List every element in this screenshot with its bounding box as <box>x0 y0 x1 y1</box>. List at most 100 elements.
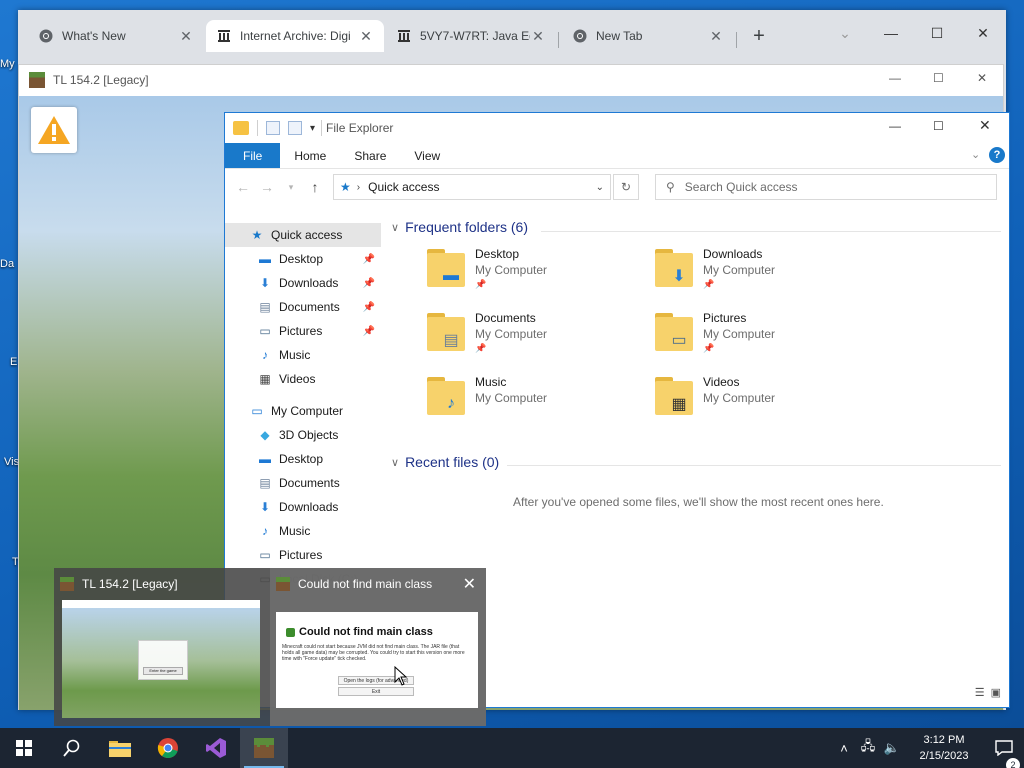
thumbnail-legacy[interactable]: TL 154.2 [Legacy] Enter the game <box>54 568 268 726</box>
ribbon-tab-home[interactable]: Home <box>280 143 340 168</box>
chrome-icon <box>572 28 588 44</box>
close-icon[interactable]: ✕ <box>358 28 374 45</box>
maximize-button[interactable]: ☐ <box>933 119 944 133</box>
pin-icon: 📌 <box>475 279 487 289</box>
pin-icon: 📌 <box>362 253 375 265</box>
desktop-icon-label[interactable]: E <box>10 356 17 368</box>
tab-java-edition[interactable]: 5VY7-W7RT: Java Edi ✕ <box>386 20 556 52</box>
network-icon[interactable]: 🖧 <box>856 737 880 759</box>
new-folder-icon[interactable] <box>288 121 302 135</box>
separator <box>257 120 258 136</box>
sidebar-item-pictures[interactable]: ▭ Pictures <box>225 543 381 567</box>
properties-icon[interactable] <box>266 121 280 135</box>
forward-button[interactable]: → <box>255 179 279 195</box>
details-view-icon[interactable]: ☰ <box>975 686 985 699</box>
sidebar-item-my-computer[interactable]: ▭ My Computer <box>225 399 381 423</box>
ribbon-tab-file[interactable]: File <box>225 143 281 168</box>
folder-tile-music[interactable]: ♪ Music My Computer <box>425 375 645 431</box>
sidebar-item-videos[interactable]: ▦ Videos <box>225 367 381 391</box>
minimize-button[interactable]: — <box>868 18 914 48</box>
minimize-button[interactable]: — <box>889 119 901 133</box>
large-icons-view-icon[interactable]: ▣ <box>991 686 1001 699</box>
video-icon: ▦ <box>671 396 687 413</box>
close-icon[interactable]: ✕ <box>708 28 724 45</box>
maximize-button[interactable]: ☐ <box>933 71 944 85</box>
sidebar-item-music[interactable]: ♪ Music <box>225 519 381 543</box>
maximize-button[interactable]: ☐ <box>914 18 960 48</box>
clock[interactable]: 3:12 PM 2/15/2023 <box>904 732 984 764</box>
close-button[interactable]: ✕ <box>979 117 991 134</box>
music-icon: ♪ <box>262 348 268 362</box>
group-title: Recent files (0) <box>405 454 500 470</box>
chevron-down-icon[interactable]: ⌄ <box>596 182 604 193</box>
folder-tile-pictures[interactable]: ▭ Pictures My Computer 📌 <box>653 311 873 367</box>
sidebar-item-label: Downloads <box>279 276 339 290</box>
folder-tile-documents[interactable]: ▤ Documents My Computer 📌 <box>425 311 645 367</box>
search-input[interactable]: ⚲ Search Quick access <box>655 174 997 200</box>
frequent-folders-header[interactable]: ∨ Frequent folders (6) <box>391 219 528 235</box>
recent-files-header[interactable]: ∨ Recent files (0) <box>391 454 499 470</box>
back-button[interactable]: ← <box>231 179 255 195</box>
tab-whats-new[interactable]: What's New ✕ <box>28 20 204 52</box>
cursor-icon <box>394 666 408 686</box>
sidebar-item-3d-objects[interactable]: ◆ 3D Objects <box>225 423 381 447</box>
sidebar-item-documents[interactable]: ▤ Documents <box>225 471 381 495</box>
sidebar-item-desktop[interactable]: ▬ Desktop 📌 <box>225 247 381 271</box>
chevron-up-icon[interactable]: ˄ <box>832 741 856 756</box>
chrome-icon <box>157 738 178 759</box>
sidebar-item-quick-access[interactable]: ★ Quick access <box>225 223 381 247</box>
close-button[interactable]: ✕ <box>977 71 987 85</box>
folder-name: Music <box>475 375 507 389</box>
folder-tile-videos[interactable]: ▦ Videos My Computer <box>653 375 873 431</box>
taskbar-chrome[interactable] <box>144 728 192 768</box>
picture-icon: ▭ <box>259 324 271 338</box>
taskbar-file-explorer[interactable] <box>96 728 144 768</box>
close-icon[interactable]: ✕ <box>530 28 546 45</box>
action-center-button[interactable]: 2 <box>984 740 1024 768</box>
tab-internet-archive[interactable]: Internet Archive: Digi ✕ <box>206 20 384 52</box>
folder-name: Pictures <box>703 311 747 325</box>
sidebar-item-pictures[interactable]: ▭ Pictures 📌 <box>225 319 381 343</box>
notification-icon <box>995 740 1013 756</box>
close-icon[interactable]: ✕ <box>463 574 476 594</box>
ribbon-tab-share[interactable]: Share <box>340 143 400 168</box>
minimize-button[interactable]: — <box>889 71 901 85</box>
sidebar-item-downloads[interactable]: ⬇ Downloads 📌 <box>225 271 381 295</box>
new-tab-button[interactable]: + <box>748 26 770 48</box>
search-button[interactable] <box>48 728 96 768</box>
close-icon[interactable]: ✕ <box>178 28 194 45</box>
desktop-icon-label[interactable]: My <box>0 58 15 70</box>
folder-tile-desktop[interactable]: ▬ Desktop My Computer 📌 <box>425 247 645 303</box>
address-bar[interactable]: ★ › Quick access ⌄ <box>333 174 611 200</box>
close-button[interactable]: ✕ <box>960 18 1006 48</box>
desktop-icon-label[interactable]: Da <box>0 258 14 270</box>
tab-new-tab[interactable]: New Tab ✕ <box>562 20 734 52</box>
volume-icon[interactable]: 🔈 <box>880 740 904 756</box>
chevron-down-icon: ∨ <box>391 221 400 234</box>
sidebar-item-desktop[interactable]: ▬ Desktop <box>225 447 381 471</box>
sidebar-item-downloads[interactable]: ⬇ Downloads <box>225 495 381 519</box>
video-icon: ▦ <box>259 372 271 386</box>
up-button[interactable]: ↑ <box>303 179 327 195</box>
refresh-button[interactable]: ↻ <box>613 174 639 200</box>
folder-icon: ⬇ <box>653 247 697 291</box>
help-icon[interactable]: ? <box>989 147 1005 163</box>
recent-locations-button[interactable]: ▾ <box>279 182 303 193</box>
start-button[interactable] <box>0 728 48 768</box>
taskbar-visual-studio[interactable] <box>192 728 240 768</box>
thumbnail-error-dialog[interactable]: Could not find main class ✕ Could not fi… <box>270 568 486 726</box>
pin-icon: 📌 <box>703 279 715 289</box>
warning-button[interactable] <box>31 107 77 153</box>
ribbon-tab-view[interactable]: View <box>400 143 454 168</box>
title-bar: ▾ File Explorer — ☐ ✕ <box>225 113 1009 143</box>
archive-icon <box>216 28 232 44</box>
expand-ribbon-icon[interactable]: ⌄ <box>971 148 980 161</box>
tab-search-button[interactable]: ⌄ <box>822 18 868 48</box>
chevron-down-icon[interactable]: ▾ <box>310 123 315 134</box>
taskbar-minecraft[interactable] <box>240 728 288 768</box>
sidebar-item-documents[interactable]: ▤ Documents 📌 <box>225 295 381 319</box>
desktop-icon-label[interactable]: Vis <box>4 456 19 468</box>
sidebar-item-music[interactable]: ♪ Music <box>225 343 381 367</box>
minecraft-icon <box>60 577 74 591</box>
folder-tile-downloads[interactable]: ⬇ Downloads My Computer 📌 <box>653 247 873 303</box>
